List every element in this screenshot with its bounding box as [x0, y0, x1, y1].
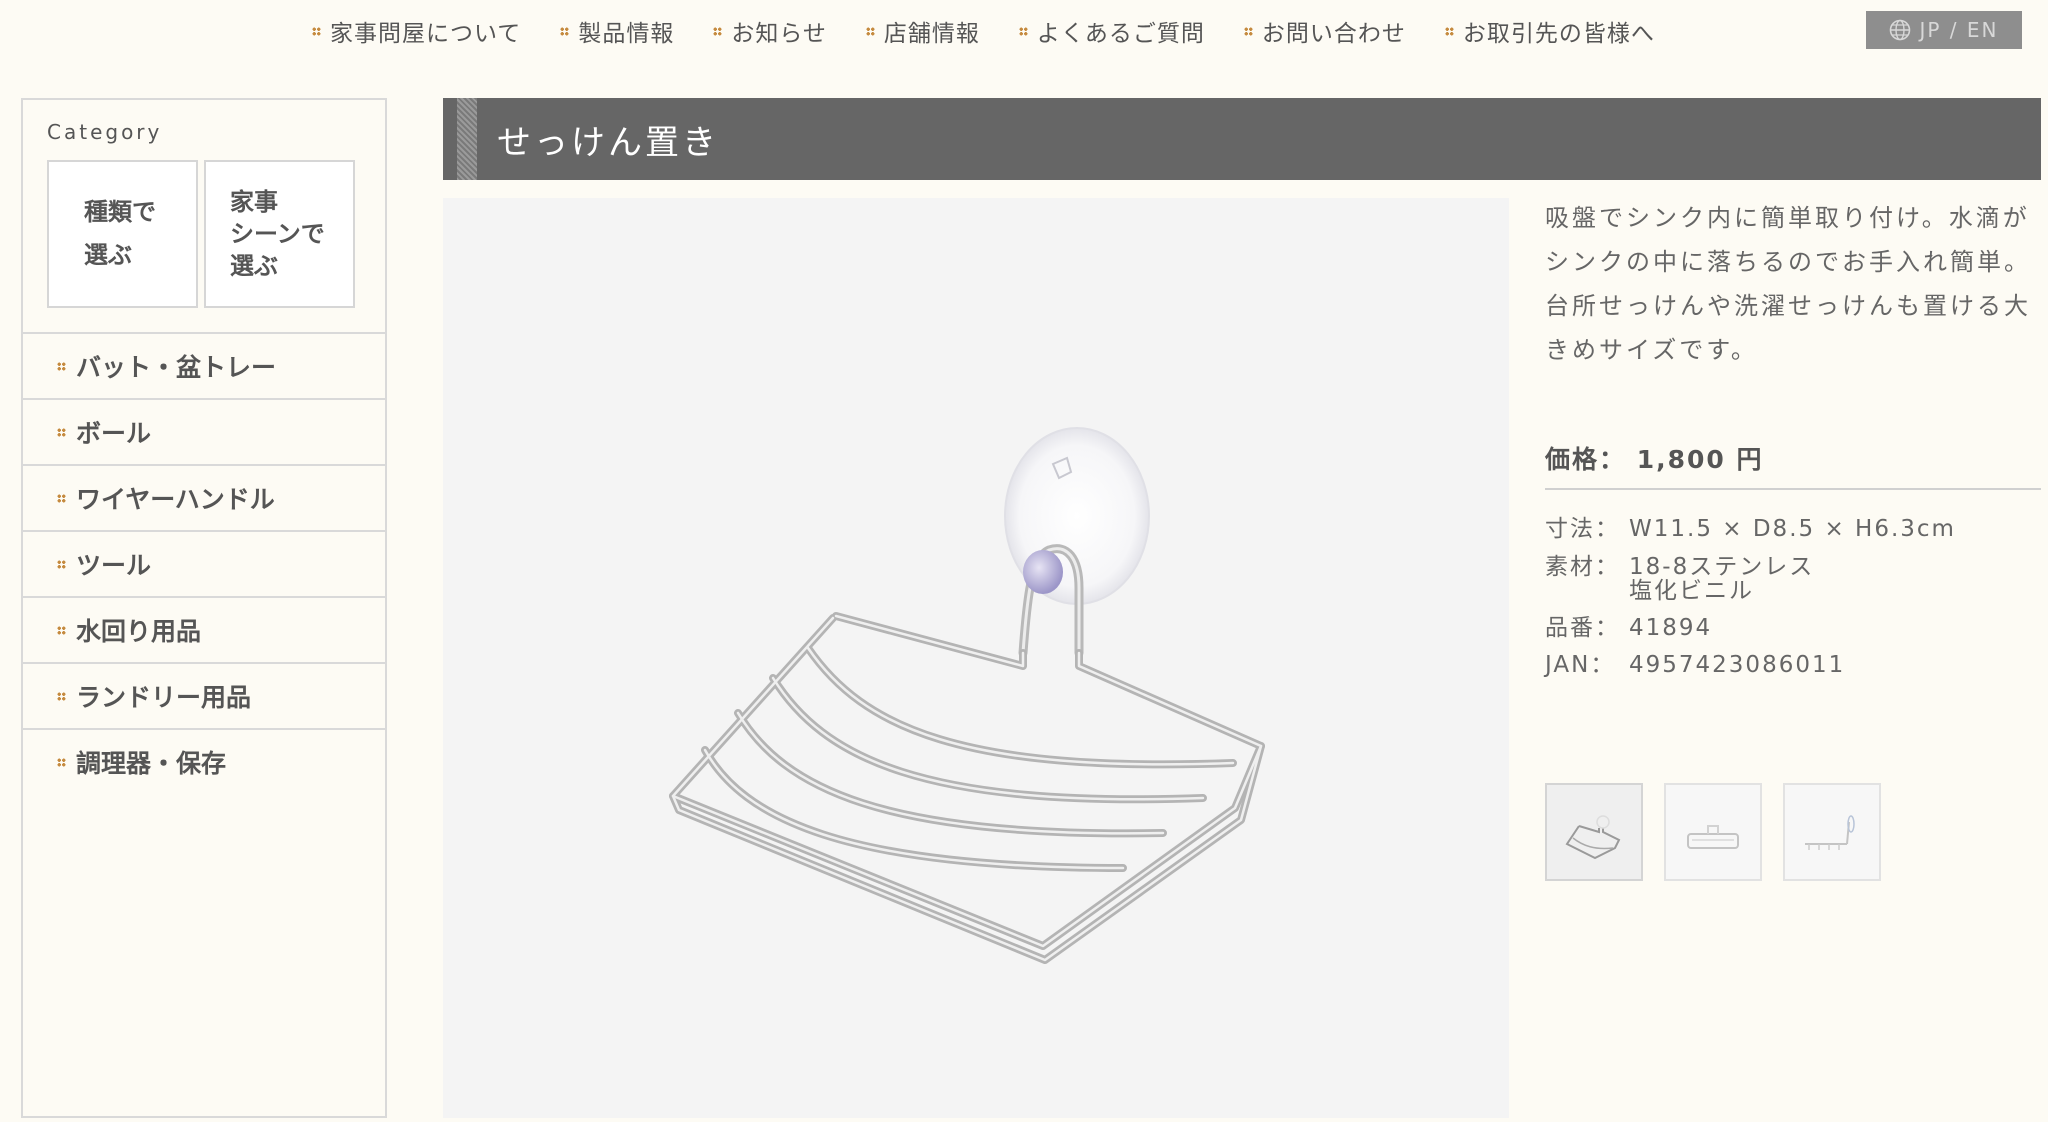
spec-value: W11.5 × D8.5 × H6.3cm — [1629, 516, 1956, 542]
nav-item-contact[interactable]: お問い合わせ — [1243, 14, 1406, 48]
bullet-icon — [57, 427, 66, 437]
product-title-bar: せっけん置き — [443, 98, 2041, 180]
sidebar-item-label: ワイヤーハンドル — [76, 485, 275, 514]
sidebar-item-label: ランドリー用品 — [76, 683, 252, 712]
nav-item-news[interactable]: お知らせ — [713, 14, 827, 48]
browse-by-scene-label: 家事 シーンで 選ぶ — [230, 188, 325, 280]
browse-by-type-label: 種類で 選ぶ — [84, 198, 156, 269]
price-label: 価格： — [1545, 445, 1627, 474]
sidebar-item-label: ボール — [76, 419, 152, 448]
spec-key: 品番： — [1545, 615, 1620, 641]
nav-item-faq[interactable]: よくあるご質問 — [1018, 14, 1205, 48]
spec-jan: JAN： 4957423086011 — [1545, 654, 2035, 677]
nav-item-label: お問い合わせ — [1261, 21, 1406, 47]
price-value: 1,800 — [1636, 445, 1726, 474]
nav-item-label: お取引先の皆様へ — [1462, 21, 1655, 47]
nav-item-label: 店舗情報 — [883, 21, 980, 47]
nav-item-label: よくあるご質問 — [1036, 21, 1205, 47]
spec-item-number: 品番： 41894 — [1545, 617, 2035, 640]
globe-icon — [1890, 19, 1911, 41]
spec-key: 素材： — [1545, 554, 1620, 580]
category-sidebar: Category 種類で 選ぶ 家事 シーンで 選ぶ バット・盆トレー ボール … — [21, 98, 387, 1118]
category-list: バット・盆トレー ボール ワイヤーハンドル ツール 水回り用品 ランドリー用品 … — [23, 332, 385, 794]
spec-value: 18-8ステンレス 塩化ビニル — [1629, 554, 1815, 604]
thumbnail-1[interactable] — [1545, 783, 1643, 881]
bullet-icon — [57, 559, 66, 569]
bullet-icon — [57, 757, 66, 767]
nav-list: 家事問屋について 製品情報 お知らせ 店舗情報 よくあるご質問 お問い合わせ お… — [312, 14, 1694, 48]
nav-item-partners[interactable]: お取引先の皆様へ — [1444, 14, 1655, 48]
bullet-icon — [865, 26, 875, 36]
nav-item-about[interactable]: 家事問屋について — [312, 14, 521, 48]
product-title: せっけん置き — [497, 122, 719, 163]
thumbnail-3[interactable] — [1783, 783, 1881, 881]
sidebar-item-label: ツール — [76, 551, 152, 580]
bullet-icon — [1444, 26, 1454, 36]
product-description: 吸盤でシンク内に簡単取り付け。水滴がシンクの中に落ちるのでお手入れ簡単。台所せっ… — [1545, 204, 2031, 364]
nav-item-label: 製品情報 — [578, 21, 675, 47]
sidebar-item-label: 水回り用品 — [76, 617, 202, 646]
thumbnail-image — [1805, 815, 1855, 850]
bullet-icon — [713, 26, 723, 36]
category-title: Category — [47, 120, 163, 144]
bullet-icon — [57, 691, 66, 701]
bullet-icon — [57, 493, 66, 503]
nav-item-label: お知らせ — [731, 21, 827, 47]
product-main-image — [443, 198, 1509, 1118]
bullet-icon — [1243, 26, 1253, 36]
thumbnail-gallery — [1545, 783, 1902, 881]
thumbnail-image — [1687, 825, 1739, 849]
top-navigation: 家事問屋について 製品情報 お知らせ 店舗情報 よくあるご質問 お問い合わせ お… — [0, 0, 2048, 60]
sidebar-item-laundry[interactable]: ランドリー用品 — [23, 662, 385, 728]
nav-item-products[interactable]: 製品情報 — [560, 14, 674, 48]
bullet-icon — [560, 26, 570, 36]
product-specs: 寸法： W11.5 × D8.5 × H6.3cm 素材： 18-8ステンレス … — [1545, 518, 2035, 691]
sidebar-item-tools[interactable]: ツール — [23, 530, 385, 596]
thumbnail-2[interactable] — [1664, 783, 1762, 881]
title-stripe — [457, 98, 477, 180]
sidebar-item-cookware[interactable]: 調理器・保存 — [23, 728, 385, 794]
spec-key: JAN： — [1545, 652, 1616, 678]
spec-value: 41894 — [1629, 615, 1713, 641]
sidebar-item-water[interactable]: 水回り用品 — [23, 596, 385, 662]
browse-by-scene-button[interactable]: 家事 シーンで 選ぶ — [204, 160, 355, 308]
spec-material: 素材： 18-8ステンレス 塩化ビニル — [1545, 555, 2035, 603]
product-price: 価格： 1,800 円 — [1545, 440, 2041, 490]
language-label: JP / EN — [1919, 18, 1999, 42]
nav-item-stores[interactable]: 店舗情報 — [865, 14, 980, 48]
bullet-icon — [1018, 26, 1028, 36]
spec-dimensions: 寸法： W11.5 × D8.5 × H6.3cm — [1545, 518, 2035, 541]
sidebar-item-bowl[interactable]: ボール — [23, 398, 385, 464]
soap-dish-image — [669, 427, 1265, 964]
nav-item-label: 家事問屋について — [330, 21, 522, 47]
sidebar-item-label: 調理器・保存 — [76, 749, 227, 778]
bullet-icon — [57, 625, 66, 635]
language-switch-button[interactable]: JP / EN — [1866, 11, 2022, 49]
sidebar-item-label: バット・盆トレー — [76, 353, 277, 382]
spec-key: 寸法： — [1545, 516, 1620, 542]
bullet-icon — [57, 361, 66, 371]
price-unit: 円 — [1736, 445, 1764, 474]
spec-value: 4957423086011 — [1629, 652, 1846, 678]
sidebar-item-vat-tray[interactable]: バット・盆トレー — [23, 332, 385, 398]
bullet-icon — [312, 26, 321, 36]
sidebar-item-wire-handle[interactable]: ワイヤーハンドル — [23, 464, 385, 530]
browse-by-type-button[interactable]: 種類で 選ぶ — [47, 160, 198, 308]
thumbnail-image — [1565, 815, 1621, 860]
